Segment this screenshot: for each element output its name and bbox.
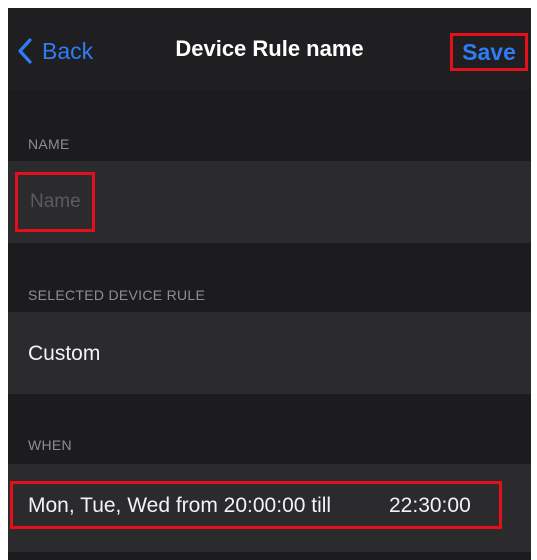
save-button-label: Save: [462, 38, 516, 65]
device-rule-screen: Back Device Rule name Save NAME SELECTED…: [8, 8, 531, 560]
when-highlight-box: [10, 481, 502, 529]
name-section-header: NAME: [28, 136, 70, 152]
name-field-container[interactable]: [15, 172, 95, 232]
save-button[interactable]: Save: [450, 33, 528, 71]
device-rule-section-header: SELECTED DEVICE RULE: [28, 287, 206, 303]
when-section-header: WHEN: [28, 437, 72, 453]
device-rule-value: Custom: [28, 342, 101, 365]
navigation-bar: Back Device Rule name Save: [8, 8, 531, 90]
device-rule-cell[interactable]: Custom: [8, 312, 531, 394]
name-input[interactable]: [30, 191, 90, 213]
